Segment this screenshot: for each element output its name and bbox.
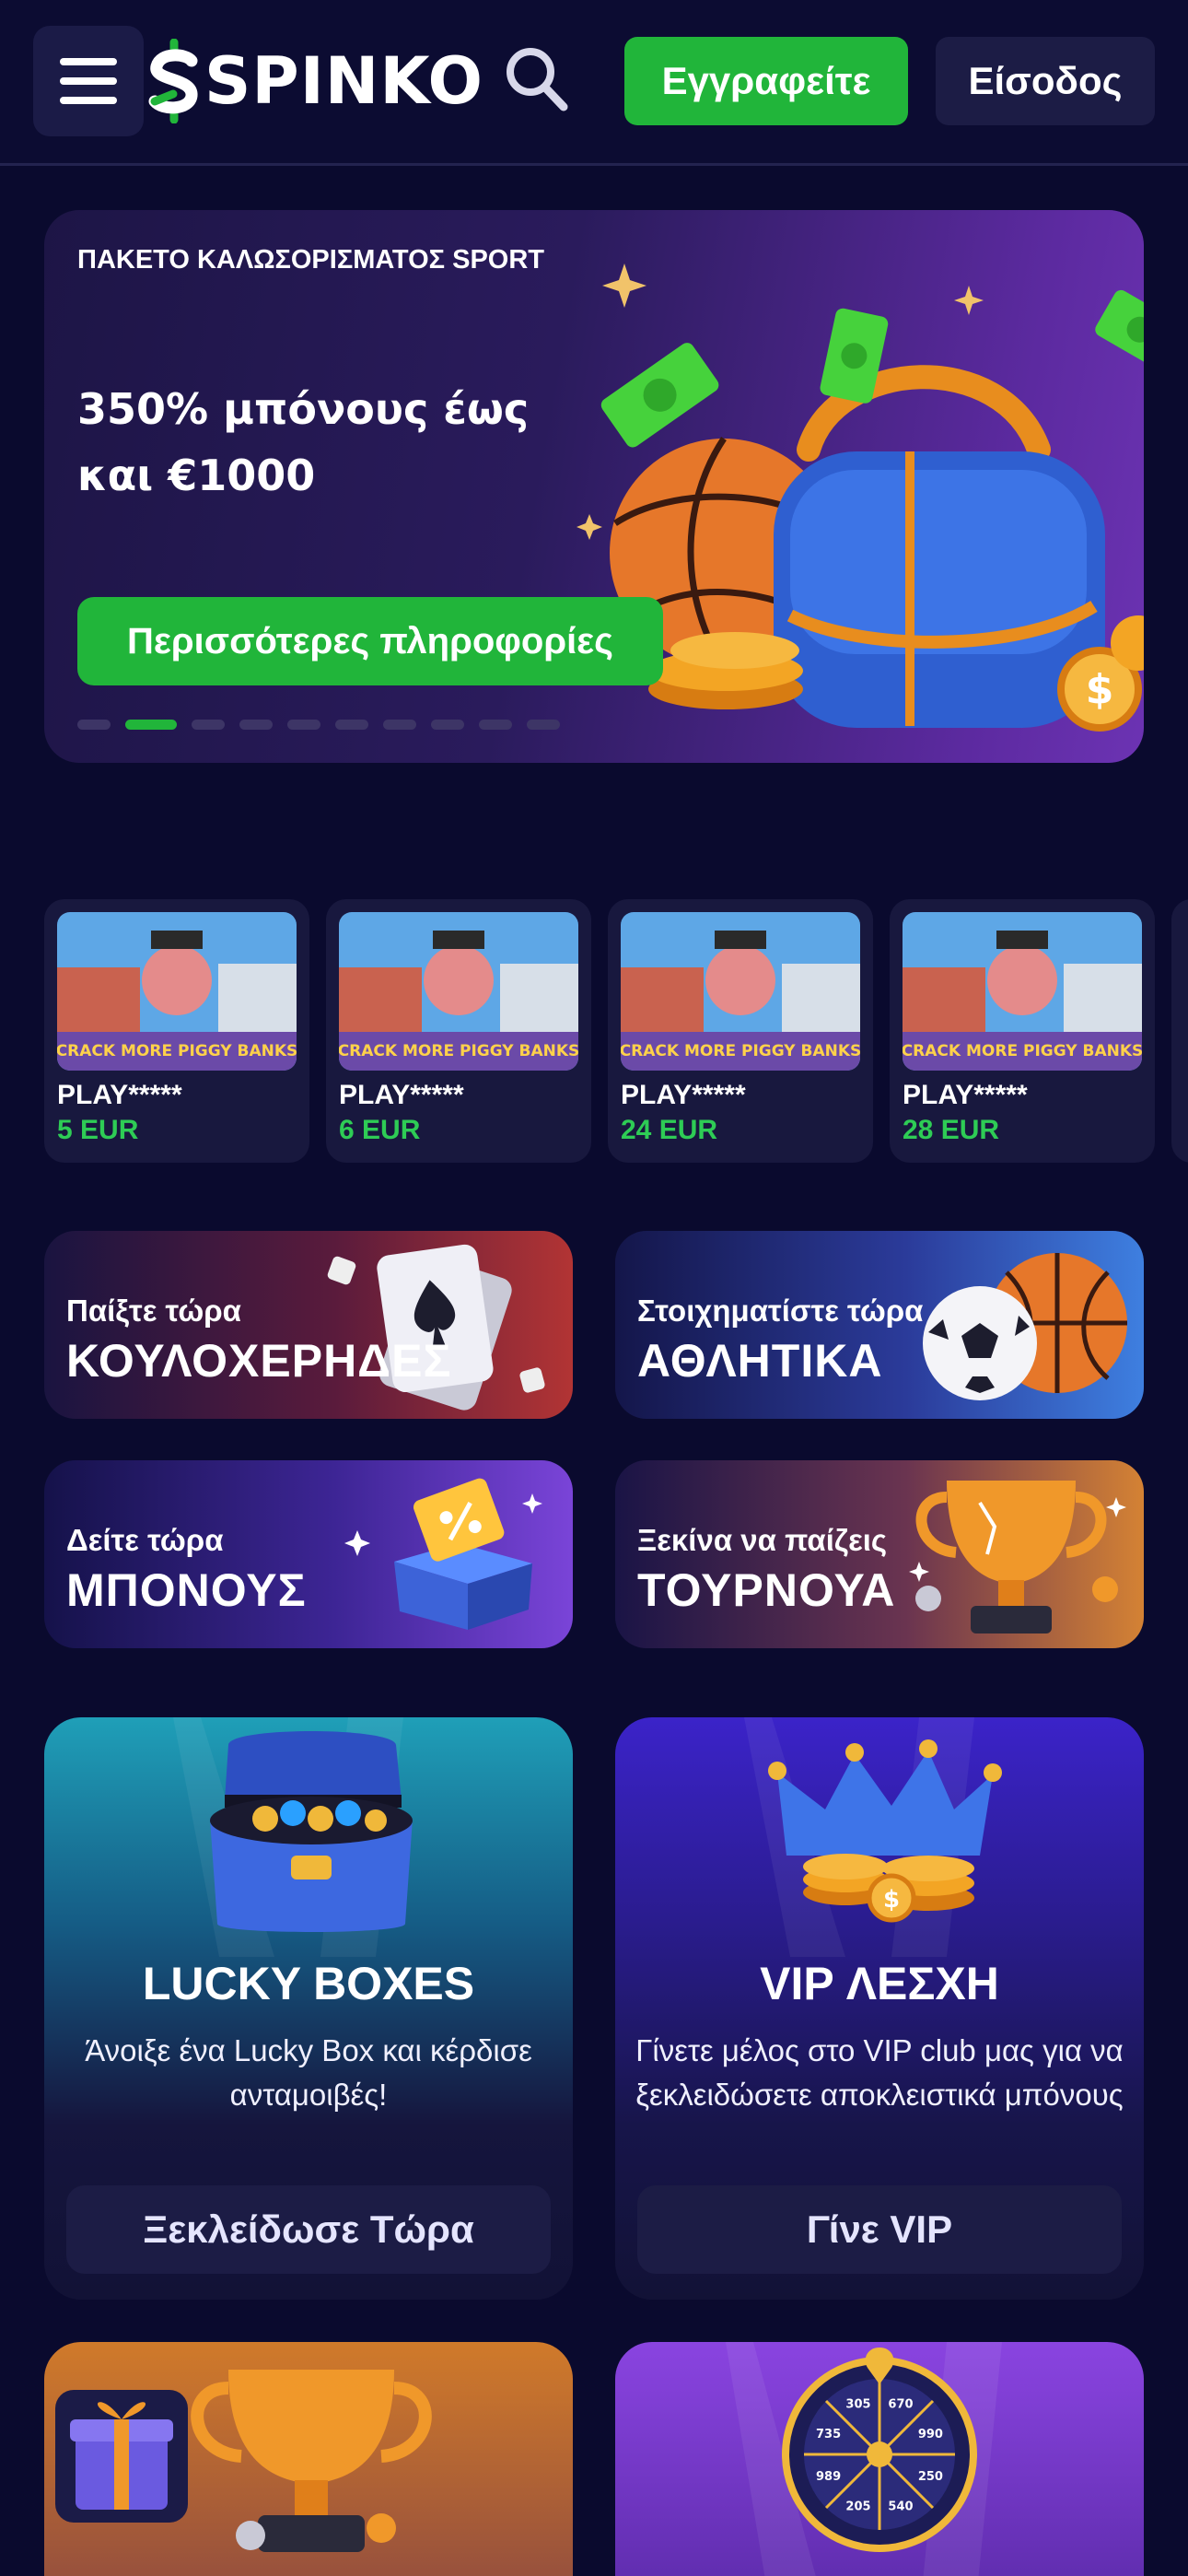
carousel-dot-active[interactable] bbox=[125, 720, 177, 730]
lucky-boxes-card: LUCKY BOXES Άνοιξε ένα Lucky Box και κέρ… bbox=[44, 1717, 573, 2300]
register-button[interactable]: Εγγραφείτε bbox=[624, 37, 908, 125]
lucky-box-icon bbox=[173, 1717, 413, 1957]
category-subtitle: Δείτε τώρα bbox=[66, 1523, 224, 1557]
game-win-amount: 5 EUR bbox=[57, 1115, 139, 1145]
wheel-promo-card[interactable]: 670 990 250 540 205 989 735 305 bbox=[615, 2342, 1144, 2576]
trophy-gift-icon bbox=[55, 2370, 432, 2552]
login-button[interactable]: Είσοδος bbox=[936, 37, 1155, 125]
become-vip-button[interactable]: Γίνε VIP bbox=[637, 2185, 1122, 2274]
game-win-amount: 24 EUR bbox=[621, 1115, 718, 1145]
feature-description: Γίνετε μέλος στο VIP club μας για να ξεκ… bbox=[635, 2033, 1124, 2112]
category-slots[interactable]: Παίξτε τώρα ΚΟΥΛΟΧΕΡΗΔΕΣ bbox=[44, 1231, 573, 1419]
game-player-name: PLAY***** bbox=[903, 1080, 1028, 1110]
playing-cards-icon bbox=[327, 1244, 545, 1411]
game-player-name: PLAY***** bbox=[339, 1080, 464, 1110]
category-subtitle: Στοιχηματίστε τώρα bbox=[637, 1294, 924, 1328]
carousel-dot[interactable] bbox=[335, 720, 368, 730]
fortune-wheel-icon: 670 990 250 540 205 989 735 305 bbox=[726, 2342, 1002, 2576]
category-tournaments[interactable]: Ξεκίνα να παίζεις ΤΟΥΡΝΟΥΑ bbox=[615, 1460, 1144, 1648]
game-card[interactable]: CRACK MORE PIGGY BANKS PLAY***** 5 EUR bbox=[44, 899, 309, 1163]
category-title: ΚΟΥΛΟΧΕΡΗΔΕΣ bbox=[66, 1335, 452, 1387]
carousel-dot[interactable] bbox=[383, 720, 416, 730]
hamburger-icon-bar bbox=[60, 97, 117, 104]
carousel-dot[interactable] bbox=[77, 720, 111, 730]
carousel-dot[interactable] bbox=[479, 720, 512, 730]
wheel-segment-label: 305 bbox=[845, 2398, 870, 2412]
category-title: ΑΘΛΗΤΙΚΑ bbox=[637, 1335, 883, 1387]
carousel-dot[interactable] bbox=[527, 720, 560, 730]
feature-title: LUCKY BOXES bbox=[142, 1958, 475, 2009]
game-player-name: PLAY***** bbox=[57, 1080, 182, 1110]
wheel-segment-label: 670 bbox=[888, 2398, 913, 2412]
hamburger-icon-bar bbox=[60, 58, 117, 65]
brand-logo[interactable]: SPINKO bbox=[146, 37, 483, 125]
feature-title: VIP ΛΕΣΧΗ bbox=[760, 1958, 999, 2009]
vip-crown-icon: $ bbox=[744, 1717, 1002, 1957]
svg-text:$: $ bbox=[883, 1886, 900, 1914]
carousel-dot[interactable] bbox=[192, 720, 225, 730]
game-win-amount: 6 EUR bbox=[339, 1115, 421, 1145]
game-card[interactable]: CRACK MORE PIGGY BANKS PLAY***** 6 EUR bbox=[326, 899, 591, 1163]
game-thumb-title: CRACK MORE PIGGY BANKS bbox=[621, 1042, 860, 1060]
sports-balls-icon bbox=[923, 1253, 1127, 1400]
category-subtitle: Ξεκίνα να παίζεις bbox=[637, 1523, 888, 1557]
game-win-amount: 28 EUR bbox=[903, 1115, 1000, 1145]
hero-banner[interactable]: $ ΠΑΚΕΤΟ ΚΑΛωΣΟΡΙΣΜΑΤΟΣ SPORT 350% μπόνο… bbox=[44, 210, 1144, 763]
game-card[interactable]: CRACK MORE PIGGY BANKS PLAY***** 28 EUR bbox=[890, 899, 1155, 1163]
spinko-logo-icon bbox=[148, 39, 198, 123]
wheel-segment-label: 540 bbox=[888, 2500, 913, 2513]
hamburger-icon-bar bbox=[60, 77, 117, 85]
wheel-segment-label: 250 bbox=[918, 2470, 943, 2484]
menu-button[interactable] bbox=[33, 26, 144, 136]
game-thumb-title: CRACK MORE PIGGY BANKS bbox=[57, 1042, 297, 1060]
tournament-promo-card[interactable] bbox=[44, 2342, 573, 2576]
bonus-box-icon bbox=[344, 1478, 542, 1630]
carousel-dot[interactable] bbox=[287, 720, 320, 730]
recent-wins-row[interactable]: CRACK MORE PIGGY BANKS PLAY***** 5 EUR C… bbox=[44, 899, 1188, 1163]
hero-title-line: 350% μπόνους έως bbox=[77, 384, 530, 434]
category-subtitle: Παίξτε τώρα bbox=[66, 1294, 241, 1328]
vip-club-card: $ VIP ΛΕΣΧΗ Γίνετε μέλος στο VIP club μα… bbox=[615, 1717, 1144, 2300]
carousel-dot[interactable] bbox=[239, 720, 273, 730]
wheel-segment-label: 735 bbox=[816, 2428, 841, 2441]
game-card[interactable]: CRACK MORE PIGGY BANKS PLAY***** 24 EUR bbox=[608, 899, 873, 1163]
category-title: ΜΠΟΝΟΥΣ bbox=[66, 1564, 307, 1616]
hero-title: 350% μπόνους έως και €1000 bbox=[77, 376, 593, 509]
wheel-segment-label: 989 bbox=[816, 2470, 841, 2484]
category-title: ΤΟΥΡΝΟΥΑ bbox=[637, 1564, 896, 1616]
wheel-segment-label: 205 bbox=[845, 2500, 870, 2513]
hero-kicker: ΠΑΚΕΤΟ ΚΑΛωΣΟΡΙΣΜΑΤΟΣ SPORT bbox=[77, 245, 545, 275]
search-icon[interactable] bbox=[503, 44, 569, 114]
game-thumbnail: CRACK MORE PIGGY BANKS bbox=[621, 912, 860, 1071]
hero-title-line: και €1000 bbox=[77, 451, 316, 500]
unlock-now-button[interactable]: Ξεκλείδωσε Τώρα bbox=[66, 2185, 551, 2274]
trophy-icon bbox=[909, 1481, 1126, 1633]
game-thumbnail: CRACK MORE PIGGY BANKS bbox=[57, 912, 297, 1071]
game-thumb-title: CRACK MORE PIGGY BANKS bbox=[339, 1042, 578, 1060]
game-thumbnail: CRACK MORE PIGGY BANKS bbox=[903, 912, 1142, 1071]
brand-name: SPINKO bbox=[204, 43, 483, 119]
svg-text:$: $ bbox=[1086, 666, 1114, 713]
game-card-partial[interactable] bbox=[1171, 899, 1188, 1163]
wheel-segment-label: 990 bbox=[918, 2428, 943, 2441]
category-bonus[interactable]: Δείτε τώρα ΜΠΟΝΟΥΣ bbox=[44, 1460, 573, 1648]
carousel-pagination bbox=[77, 720, 560, 730]
category-sports[interactable]: Στοιχηματίστε τώρα ΑΘΛΗΤΙΚΑ bbox=[615, 1231, 1144, 1419]
game-thumbnail: CRACK MORE PIGGY BANKS bbox=[339, 912, 578, 1071]
feature-description: Άνοιξε ένα Lucky Box και κέρδισε ανταμοι… bbox=[85, 2033, 532, 2112]
carousel-dot[interactable] bbox=[431, 720, 464, 730]
hero-more-info-button[interactable]: Περισσότερες πληροφορίες bbox=[77, 597, 663, 685]
game-player-name: PLAY***** bbox=[621, 1080, 746, 1110]
game-thumb-title: CRACK MORE PIGGY BANKS bbox=[903, 1042, 1142, 1060]
top-header: SPINKO Εγγραφείτε Είσοδος bbox=[0, 0, 1188, 166]
